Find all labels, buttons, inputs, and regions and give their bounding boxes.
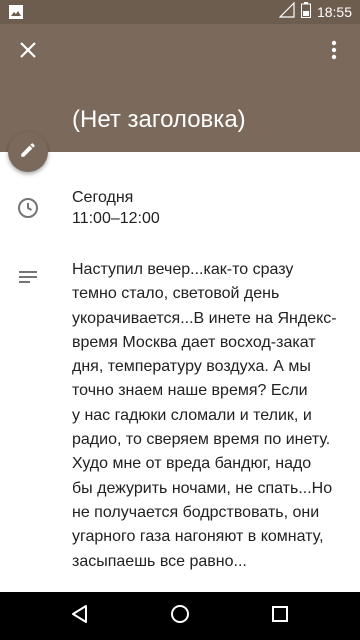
more-options-button[interactable] (318, 36, 350, 68)
notes-icon (16, 266, 40, 290)
clock-icon (16, 196, 40, 220)
event-date: Сегодня (72, 189, 134, 206)
description-line: у нас гадюки сломали и телик, и (72, 406, 312, 424)
edit-button[interactable] (8, 132, 48, 172)
close-button[interactable] (12, 36, 44, 68)
status-bar: 18:55 (0, 0, 360, 24)
description-line: укорачивается...В инете на Яндекс- (72, 309, 337, 327)
home-button[interactable] (150, 592, 210, 640)
status-time: 18:55 (316, 4, 352, 20)
event-description: Наступил вечер...как-то сразу темно стал… (72, 258, 346, 574)
description-line: дня, температуру воздуха. А мы (72, 358, 311, 376)
close-icon (19, 41, 37, 64)
back-triangle-icon (70, 604, 90, 629)
description-line: угарного газа нагоняют в комнату, (72, 528, 324, 546)
back-button[interactable] (50, 592, 110, 640)
home-circle-icon (170, 604, 190, 629)
image-icon (8, 4, 24, 20)
event-header: (Нет заголовка) (0, 24, 360, 152)
description-line: время Москва дает восход-закат (72, 333, 316, 351)
description-line: не получается бодрствовать, они (72, 503, 320, 521)
description-line: Наступил вечер...как-то сразу (72, 261, 294, 278)
event-time-range: 11:00–12:00 (72, 210, 160, 227)
description-line: радио, то сверяем время по инету. (72, 431, 331, 449)
signal-icon (278, 1, 295, 23)
recent-apps-button[interactable] (250, 592, 310, 640)
description-line: темно стало, световой день (72, 285, 280, 303)
more-vert-icon (331, 40, 337, 65)
description-line: точно знаем наше время? Если (72, 382, 308, 400)
event-title: (Нет заголовка) (72, 106, 246, 133)
navigation-bar (0, 592, 360, 640)
pencil-icon (19, 141, 37, 164)
recent-square-icon (271, 605, 289, 628)
battery-icon (300, 1, 311, 23)
description-line: Худо мне от вреда бандюг, надо (72, 455, 312, 473)
description-line: засыпаешь все равно... (72, 552, 247, 570)
description-line: бы дежурить ночами, не спать...Но (72, 479, 333, 497)
